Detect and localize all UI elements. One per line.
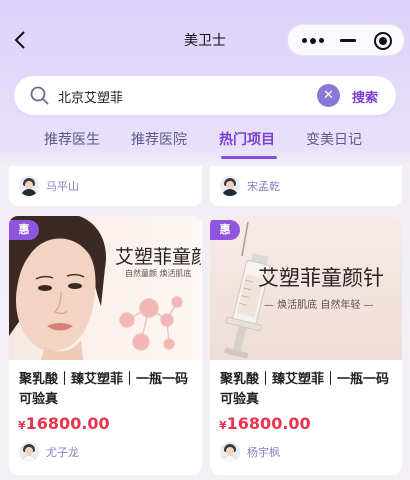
minimize-icon[interactable] — [340, 39, 356, 42]
product-title: 聚乳酸｜臻艾塑菲｜一瓶一码可验真 — [220, 372, 390, 407]
doctor-name: 杨宇枫 — [247, 446, 280, 459]
discount-badge: 惠 — [9, 220, 39, 240]
doctor-avatar — [220, 176, 240, 196]
product-card-partial[interactable]: 宋孟乾 — [210, 166, 402, 206]
search-icon — [30, 86, 49, 105]
model-face-illustration — [9, 216, 183, 360]
search-button[interactable]: 搜索 — [352, 87, 378, 106]
image-heading: 艾塑菲童颜针 — [258, 266, 384, 290]
search-bar[interactable]: 北京艾塑菲 ✕ 搜索 — [14, 76, 396, 115]
doctor-row[interactable]: 杨宇枫 — [220, 442, 280, 462]
product-price: ¥16800.00 — [18, 414, 110, 433]
nav-bar: 美卫士 — [0, 0, 410, 78]
tab-hot-projects[interactable]: 热门项目 — [219, 129, 275, 149]
product-card[interactable]: 艾塑菲童颜针 — 焕活肌底 自然年轻 — 惠 聚乳酸｜臻艾塑菲｜一瓶一码可验真 … — [210, 216, 402, 475]
search-input[interactable]: 北京艾塑菲 — [58, 87, 123, 106]
close-program-icon[interactable] — [374, 32, 392, 50]
doctor-row[interactable]: 尤子龙 — [19, 442, 79, 462]
tab-beauty-diary[interactable]: 变美日记 — [306, 129, 362, 149]
product-image: 艾塑菲童颜针 — 焕活肌底 自然年轻 — 惠 — [210, 216, 402, 360]
product-price: ¥16800.00 — [219, 414, 311, 433]
doctor-row[interactable]: 宋孟乾 — [220, 176, 280, 196]
doctor-avatar — [19, 176, 39, 196]
active-tab-indicator — [221, 156, 277, 159]
product-card[interactable]: 艾塑菲童颜 自然童颜 焕活肌底 惠 聚乳酸｜臻艾塑菲｜一瓶一码可验真 ¥1680… — [9, 216, 202, 475]
category-tabs: 推荐医生 推荐医院 热门项目 变美日记 — [0, 126, 410, 162]
image-subtitle: 自然童颜 焕活肌底 — [125, 269, 192, 278]
doctor-row[interactable]: 马平山 — [19, 176, 79, 196]
mini-program-capsule — [287, 24, 405, 56]
tab-recommended-doctors[interactable]: 推荐医生 — [44, 129, 100, 149]
more-options-icon[interactable] — [302, 37, 326, 44]
doctor-name: 尤子龙 — [46, 446, 79, 459]
doctor-name: 宋孟乾 — [247, 180, 280, 193]
tab-recommended-hospitals[interactable]: 推荐医院 — [131, 129, 187, 149]
doctor-avatar — [19, 442, 39, 462]
image-subtitle: — 焕活肌底 自然年轻 — — [264, 300, 374, 311]
product-image: 艾塑菲童颜 自然童颜 焕活肌底 惠 — [9, 216, 201, 360]
image-heading: 艾塑菲童颜 — [115, 246, 201, 268]
product-card-partial[interactable]: 马平山 — [9, 166, 202, 206]
discount-badge: 惠 — [210, 220, 240, 240]
product-title: 聚乳酸｜臻艾塑菲｜一瓶一码可验真 — [19, 372, 189, 407]
clear-search-icon[interactable]: ✕ — [317, 84, 340, 107]
doctor-name: 马平山 — [46, 180, 79, 193]
doctor-avatar — [220, 442, 240, 462]
